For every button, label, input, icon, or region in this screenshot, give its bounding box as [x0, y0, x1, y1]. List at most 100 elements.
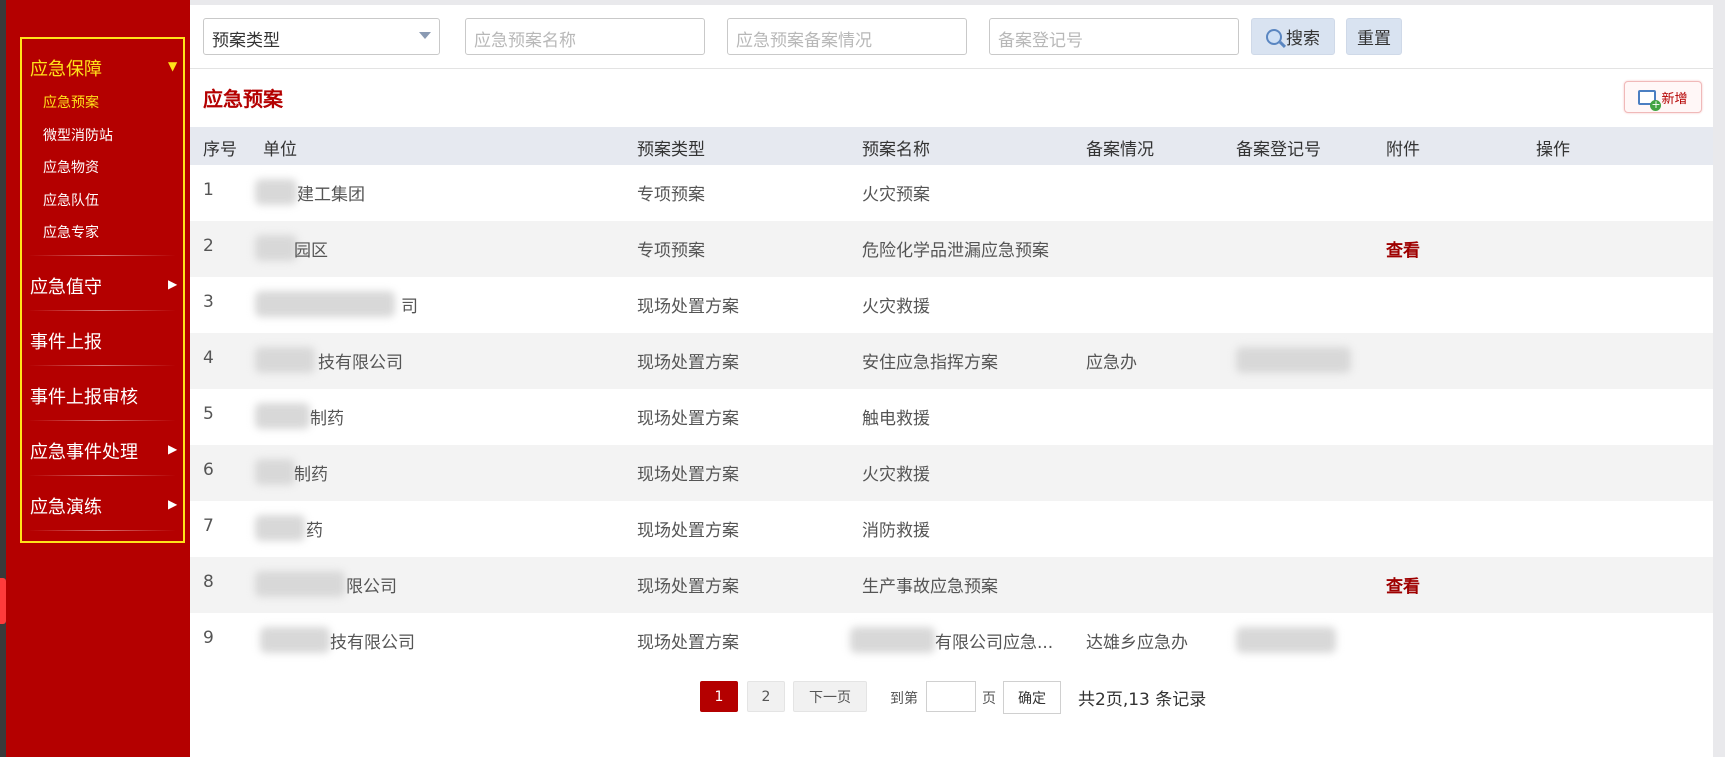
table-row[interactable]: 6 制药 现场处置方案 火灾救援 [190, 445, 1713, 501]
sidebar-group-emergency-drill[interactable]: 应急演练 ▶ [30, 493, 177, 519]
sidebar-divider [28, 255, 176, 256]
cell-name: 火灾救援 [862, 465, 930, 485]
column-header-actions: 操作 [1536, 140, 1570, 160]
plan-type-select[interactable]: 预案类型 [203, 18, 440, 55]
caret-right-icon: ▶ [168, 442, 178, 456]
goto-page-input[interactable] [926, 681, 976, 712]
add-button-label: 新增 [1661, 91, 1688, 107]
sidebar-item-emergency-supplies[interactable]: 应急物资 [43, 157, 99, 177]
cell-no: 1 [203, 180, 214, 200]
cell-unit: 司 [401, 297, 418, 317]
cell-unit: 制药 [310, 409, 344, 429]
cell-name: 有限公司应急... [935, 633, 1054, 653]
page-button-2[interactable]: 2 [747, 681, 785, 712]
cell-no: 4 [203, 348, 214, 368]
sidebar-divider [28, 475, 176, 476]
page-title: 应急预案 [203, 87, 283, 111]
cell-record: 达雄乡应急办 [1086, 633, 1188, 653]
view-attachment-link[interactable]: 查看 [1386, 572, 1420, 597]
caret-right-icon: ▶ [168, 277, 178, 291]
search-button-label: 搜索 [1286, 29, 1320, 49]
table-row[interactable]: 4 技有限公司 现场处置方案 安住应急指挥方案 应急办 [190, 333, 1713, 389]
column-header-unit: 单位 [263, 140, 297, 160]
plan-record-input[interactable]: 应急预案备案情况 [727, 18, 967, 55]
page-button-1[interactable]: 1 [700, 681, 738, 712]
table-row[interactable]: 8 限公司 现场处置方案 生产事故应急预案 查看 [190, 557, 1713, 613]
cell-name: 火灾预案 [862, 185, 930, 205]
sidebar-item-mini-fire-station[interactable]: 微型消防站 [43, 125, 113, 145]
add-window-icon [1638, 89, 1662, 111]
cell-no: 7 [203, 516, 214, 536]
table-row[interactable]: 7 药 现场处置方案 消防救援 [190, 501, 1713, 557]
caret-right-icon: ▶ [168, 497, 178, 511]
cell-unit: 技有限公司 [318, 353, 403, 373]
cell-unit: 制药 [294, 465, 328, 485]
redacted-block [255, 291, 395, 317]
registration-number-input[interactable]: 备案登记号 [989, 18, 1239, 55]
cell-type: 现场处置方案 [637, 521, 739, 541]
redacted-block [255, 347, 315, 373]
sidebar-divider [28, 310, 176, 311]
sidebar-group-event-handling[interactable]: 应急事件处理 ▶ [30, 438, 177, 464]
redacted-block [255, 235, 297, 261]
sidebar-edge-tab[interactable] [0, 578, 6, 624]
sidebar-group-emergency-duty[interactable]: 应急值守 ▶ [30, 273, 177, 299]
sidebar-item-emergency-expert[interactable]: 应急专家 [43, 222, 99, 242]
page-unit-label: 页 [982, 691, 996, 707]
goto-confirm-button[interactable]: 确定 [1003, 681, 1061, 714]
cell-unit: 药 [306, 521, 323, 541]
sidebar-group-event-report-review[interactable]: 事件上报审核 [30, 383, 138, 409]
cell-no: 8 [203, 572, 214, 592]
sidebar-item-emergency-team[interactable]: 应急队伍 [43, 190, 99, 210]
cell-unit: 建工集团 [297, 185, 365, 205]
cell-name: 安住应急指挥方案 [862, 353, 998, 373]
sidebar-group-label: 事件上报 [30, 332, 102, 353]
search-button[interactable]: 搜索 [1251, 18, 1335, 55]
main-panel: 预案类型 应急预案名称 应急预案备案情况 备案登记号 搜索 重置 应急预案 新增… [190, 5, 1713, 757]
table-row[interactable]: 2 园区 专项预案 危险化学品泄漏应急预案 查看 [190, 221, 1713, 277]
add-button[interactable]: 新增 [1624, 81, 1702, 113]
sidebar-group-label: 应急事件处理 [30, 442, 138, 463]
redacted-block [255, 179, 297, 205]
cell-type: 现场处置方案 [637, 465, 739, 485]
table-row[interactable]: 5 制药 现场处置方案 触电救援 [190, 389, 1713, 445]
filter-bar: 预案类型 应急预案名称 应急预案备案情况 备案登记号 搜索 重置 [190, 5, 1713, 69]
redacted-block [1236, 627, 1336, 653]
redacted-block [255, 571, 345, 597]
pagination-total: 共2页,13 条记录 [1078, 690, 1207, 710]
table-row[interactable]: 9 技有限公司 现场处置方案 有限公司应急... 达雄乡应急办 [190, 613, 1713, 669]
plan-name-input[interactable]: 应急预案名称 [465, 18, 705, 55]
table-row[interactable]: 1 建工集团 专项预案 火灾预案 [190, 165, 1713, 221]
cell-type: 现场处置方案 [637, 577, 739, 597]
window-scrollbar[interactable] [1713, 0, 1725, 757]
cell-type: 现场处置方案 [637, 353, 739, 373]
redacted-block [255, 403, 310, 429]
column-header-name: 预案名称 [862, 140, 930, 160]
cell-record: 应急办 [1086, 353, 1137, 373]
sidebar-group-emergency-guarantee[interactable]: 应急保障 ▼ [30, 55, 177, 81]
sidebar-divider [28, 365, 176, 366]
reset-button[interactable]: 重置 [1346, 18, 1402, 55]
column-header-regno: 备案登记号 [1236, 140, 1321, 160]
cell-no: 2 [203, 236, 214, 256]
cell-name: 消防救援 [862, 521, 930, 541]
cell-unit: 限公司 [346, 577, 397, 597]
cell-no: 9 [203, 628, 214, 648]
cell-no: 5 [203, 404, 214, 424]
cell-no: 3 [203, 292, 214, 312]
caret-down-icon: ▼ [168, 59, 178, 73]
next-page-button[interactable]: 下一页 [793, 681, 867, 712]
redacted-block [260, 627, 330, 653]
view-attachment-link[interactable]: 查看 [1386, 236, 1420, 261]
goto-label: 到第 [890, 691, 918, 707]
sidebar-group-label: 应急值守 [30, 277, 102, 298]
table-row[interactable]: 3 司 现场处置方案 火灾救援 [190, 277, 1713, 333]
cell-type: 专项预案 [637, 241, 705, 261]
sidebar-item-emergency-plan[interactable]: 应急预案 [43, 92, 99, 112]
sidebar: 应急保障 ▼ 应急预案 微型消防站 应急物资 应急队伍 应急专家 应急值守 ▶ … [0, 0, 190, 757]
column-header-type: 预案类型 [637, 140, 705, 160]
cell-type: 现场处置方案 [637, 633, 739, 653]
cell-type: 现场处置方案 [637, 297, 739, 317]
sidebar-group-event-report[interactable]: 事件上报 [30, 328, 102, 354]
cell-name: 危险化学品泄漏应急预案 [862, 241, 1049, 261]
